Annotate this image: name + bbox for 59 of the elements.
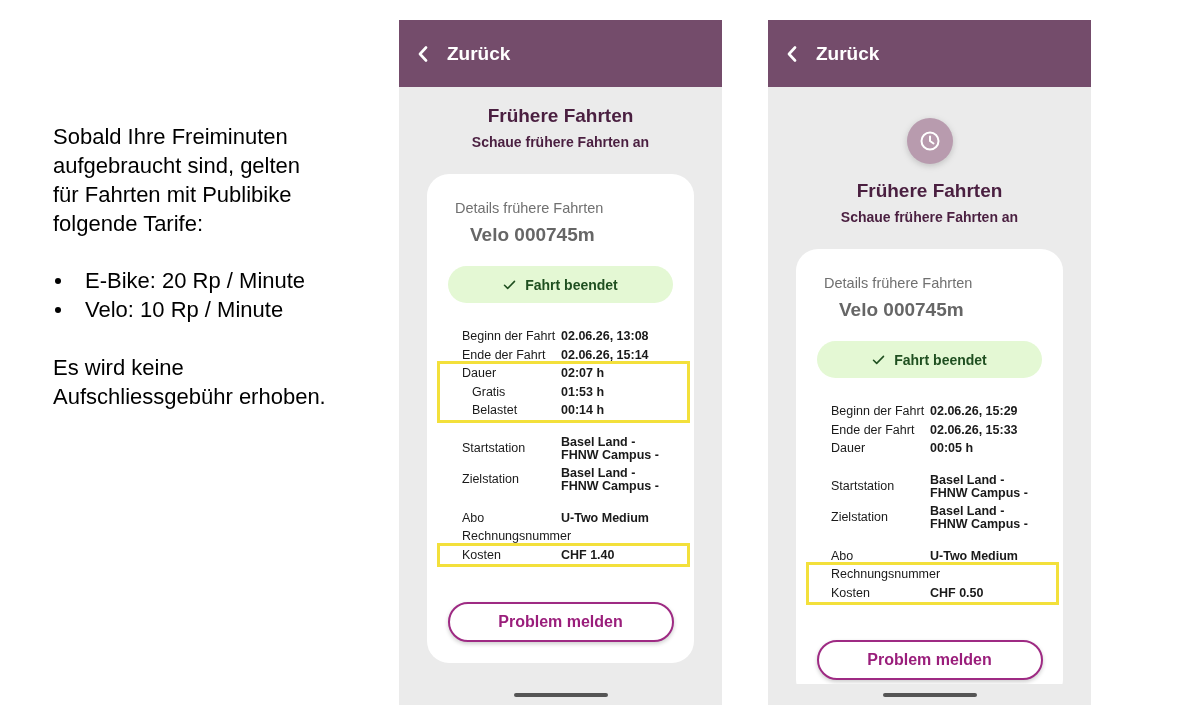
chevron-left-icon [787,45,797,62]
detail-value: 01:53 h [561,385,606,398]
detail-label: Startstation [462,442,527,455]
detail-label: Zielstation [462,473,520,486]
detail-label: Beginn der Fahrt [831,405,926,418]
detail-value: CHF 0.50 [930,586,985,599]
detail-label: Rechnungsnummer [462,530,573,543]
detail-label: Beginn der Fahrt [462,330,557,343]
detail-value: 00:05 h [930,442,975,455]
clock-icon [906,118,953,164]
detail-value: 02.06.26, 15:29 [930,405,1019,418]
check-icon [872,354,886,365]
detail-value: U-Two Medium [561,511,650,524]
screen-subtitle: Schaue frühere Fahrten an [471,133,650,151]
detail-label: Abo [831,549,855,562]
detail-value: U-Two Medium [930,549,1019,562]
screen-title: Frühere Fahrten [487,104,634,128]
note-text: Es wird keine Aufschliessgebühr erhoben. [53,354,327,411]
status-text: Fahrt beendet [894,351,987,368]
screen-title: Frühere Fahrten [856,179,1003,203]
details-caption: Details frühere Fahrten [824,274,974,292]
vehicle-name: Velo 000745m [470,223,596,247]
chevron-left-icon [418,45,428,62]
tariff-text: Velo: 10 Rp / Minute [85,296,284,324]
detail-label: Kosten [831,586,871,599]
detail-label: Kosten [462,548,502,561]
detail-value: Basel Land - FHNW Campus - [930,505,1029,530]
detail-value: 02.06.26, 13:08 [561,330,650,343]
back-button[interactable]: Zurück [787,42,880,65]
vehicle-name: Velo 000745m [839,298,965,322]
bullet-icon [55,277,61,284]
bullet-icon [55,306,61,313]
detail-label: Abo [462,511,486,524]
details-caption: Details frühere Fahrten [455,199,605,217]
detail-value: 00:14 h [561,404,606,417]
status-text: Fahrt beendet [525,276,618,293]
detail-value: 02.06.26, 15:14 [561,348,650,361]
back-button[interactable]: Zurück [418,42,511,65]
tariff-text: E-Bike: 20 Rp / Minute [85,267,306,295]
screen-subtitle: Schaue frühere Fahrten an [840,208,1019,226]
detail-label: Dauer [831,442,867,455]
detail-label: Rechnungsnummer [831,568,942,581]
detail-label: Belastet [471,404,519,417]
report-problem-button[interactable]: Problem melden [816,640,1043,680]
detail-label: Zielstation [831,511,889,524]
detail-label: Ende der Fahrt [831,423,916,436]
check-icon [503,279,517,290]
detail-value: 02.06.26, 15:33 [930,423,1019,436]
detail-value: Basel Land - FHNW Campus - [930,474,1029,499]
detail-label: Dauer [462,367,498,380]
intro-text: Sobald Ihre Freiminuten aufgebraucht sind, gelten für Fahrten mit Publibike folgende Tarife: [53,123,302,238]
detail-value: Basel Land - FHNW Campus - [561,467,660,492]
detail-value: Basel Land - FHNW Campus - [561,436,660,461]
detail-label: Ende der Fahrt [462,348,547,361]
detail-value: CHF 1.40 [561,548,616,561]
detail-label: Gratis [471,385,507,398]
detail-label: Startstation [831,480,896,493]
report-problem-button[interactable]: Problem melden [447,602,674,642]
detail-value: 02:07 h [561,367,606,380]
